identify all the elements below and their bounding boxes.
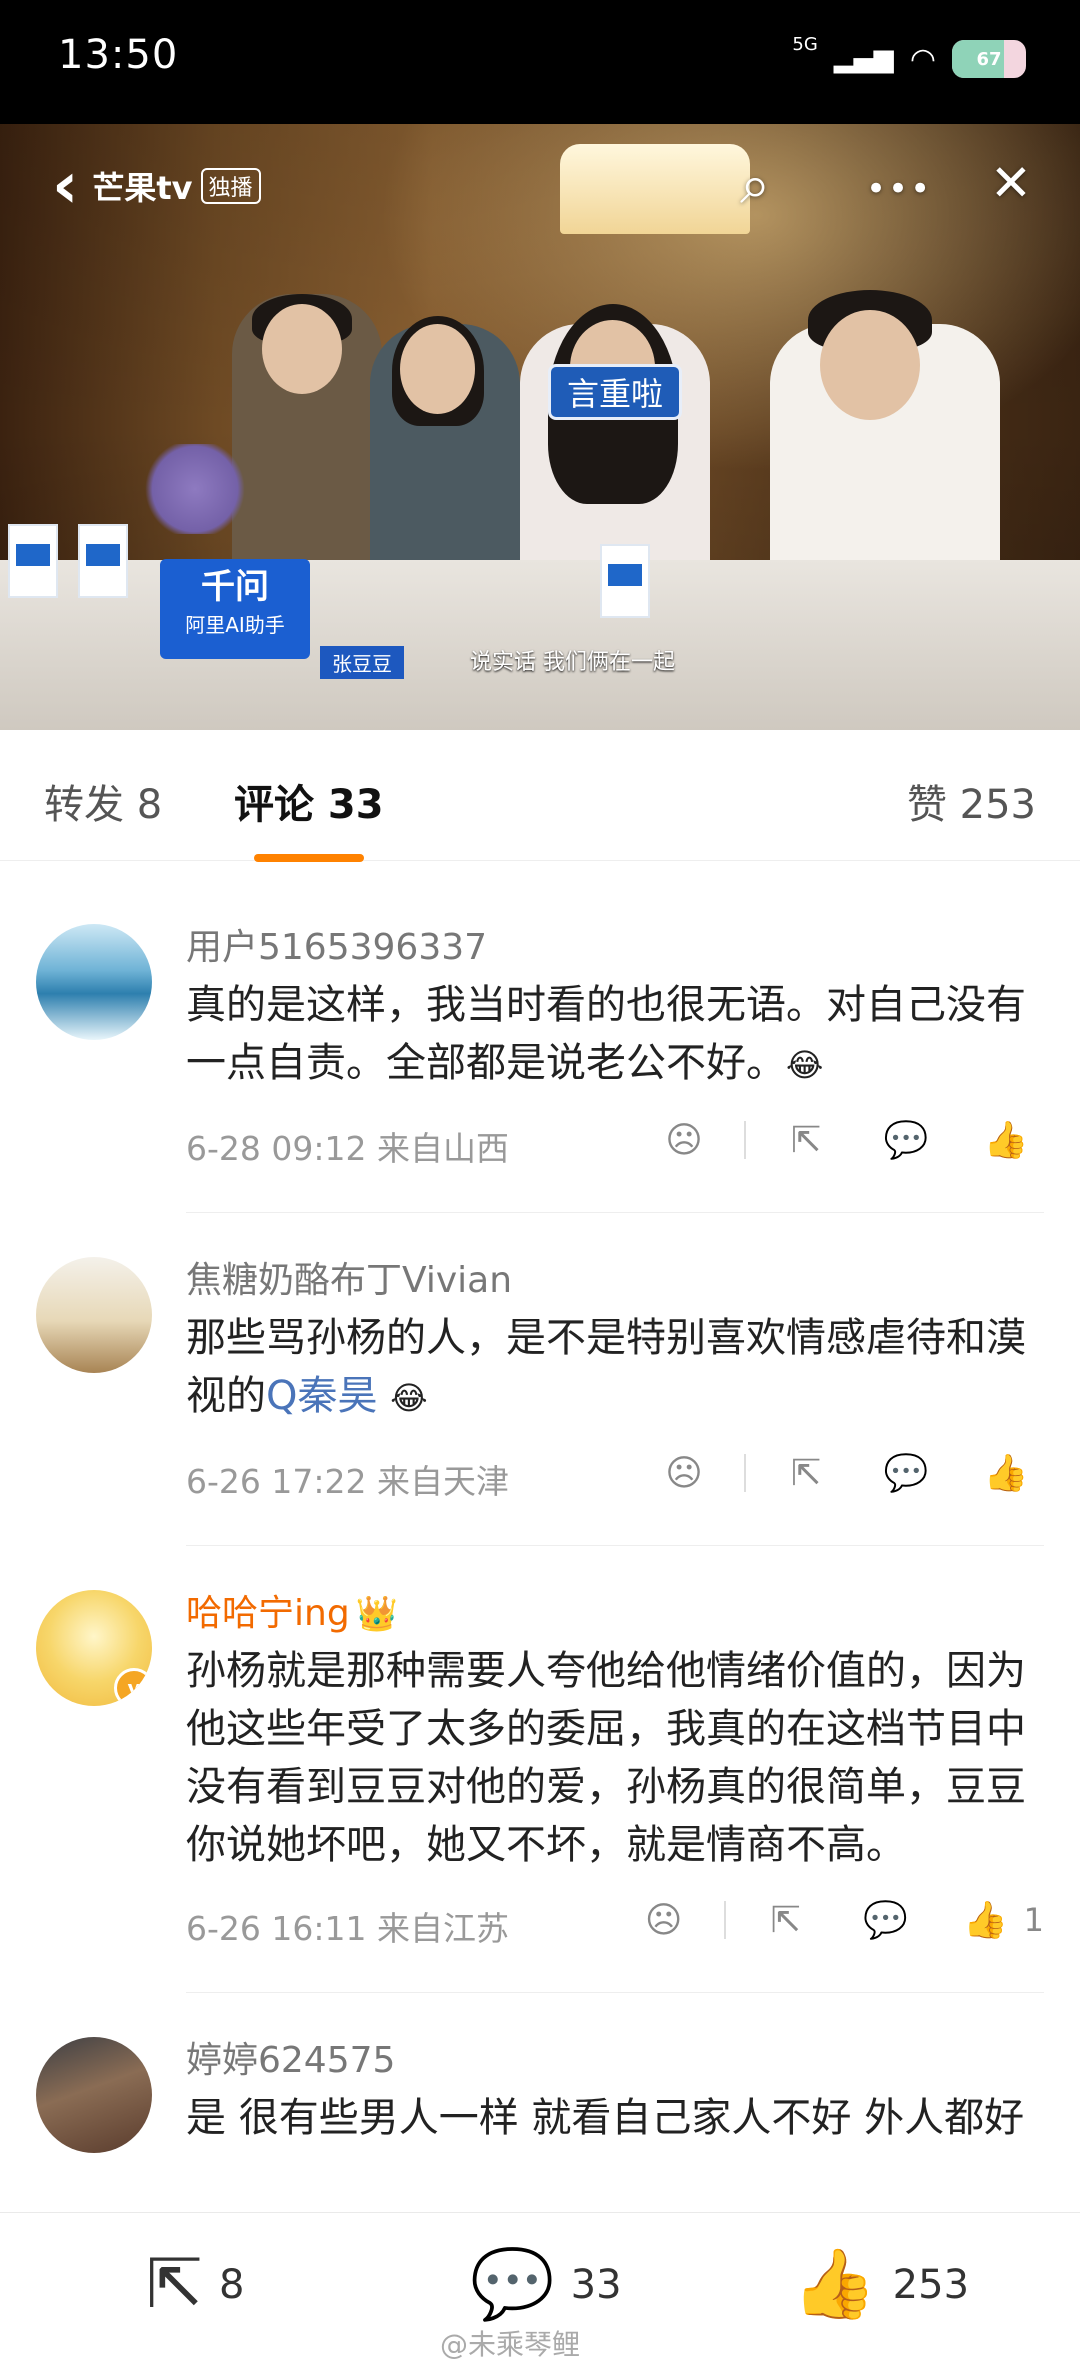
forward-button[interactable]: ⇱ 8 — [146, 2251, 244, 2319]
search-link[interactable]: Q秦昊 — [266, 1373, 377, 1419]
laugh-emoji-icon: 😂 — [390, 1379, 428, 1417]
share-icon[interactable]: ⇱ — [756, 1120, 856, 1161]
verified-badge-icon: v — [114, 1668, 152, 1706]
divider — [744, 1454, 746, 1492]
avatar[interactable] — [36, 924, 152, 1040]
mango-tv-logo: ‹ 芒果tv 独播 — [52, 154, 261, 218]
thumbs-up-icon: 👍 — [792, 2245, 877, 2324]
comment-item: 用户5165396337 真的是这样，我当时看的也很无语。对自己没有一点自责。全… — [0, 880, 1080, 1213]
signal-icon: ▂▄▆ — [833, 44, 894, 74]
comment-text: 那些骂孙杨的人，是不是特别喜欢情感虐待和漠视的Q秦昊 😂 — [186, 1315, 1026, 1419]
comment-meta: 6-26 17:22 来自天津 ☹ ⇱ 💬 👍 — [186, 1427, 1044, 1546]
comment-item: 焦糖奶酪布丁Vivian 那些骂孙杨的人，是不是特别喜欢情感虐待和漠视的Q秦昊 … — [0, 1213, 1080, 1546]
comment-username[interactable]: 婷婷624575 — [186, 2037, 1044, 2085]
comment-username[interactable]: 焦糖奶酪布丁Vivian — [186, 1257, 1044, 1305]
comment-text: 是 很有些男人一样 就看自己家人不好 外人都好 — [186, 2095, 1025, 2141]
more-icon[interactable]: ••• — [866, 172, 932, 206]
comment-time: 6-26 17:22 来自天津 — [186, 1462, 509, 1501]
network-label: 5G — [792, 34, 818, 55]
cup — [78, 524, 128, 598]
like-button[interactable]: 👍 253 — [792, 2251, 969, 2319]
lamp — [560, 144, 750, 234]
reply-icon[interactable]: 💬 — [856, 1119, 956, 1161]
dislike-icon[interactable]: ☹ — [614, 1900, 714, 1941]
video-player[interactable]: 千问 阿里AI助手 言重啦 ‹ 芒果tv 独播 张豆豆 说实话 我们俩在一起 ⌕ … — [0, 124, 1080, 730]
like-count: 1 — [1023, 1901, 1044, 1939]
share-icon[interactable]: ⇱ — [756, 1453, 856, 1494]
comment-text: 真的是这样，我当时看的也很无语。对自己没有一点自责。全部都是说老公不好。😂 — [186, 982, 1026, 1086]
comment-actions: ☹ ⇱ 💬 👍 — [634, 1445, 1044, 1501]
avatar[interactable] — [36, 1257, 152, 1373]
crown-icon: 👑 — [355, 1594, 399, 1634]
status-icons: 5G ▂▄▆ ◠ 67 — [792, 34, 1026, 84]
battery-icon: 67 — [952, 40, 1026, 78]
laugh-emoji-icon: 😂 — [786, 1046, 824, 1084]
comment-item: v 哈哈宁ing 👑 孙杨就是那种需要人夸他给他情绪价值的，因为他这些年受了太多的… — [0, 1546, 1080, 1993]
comment-button[interactable]: 💬 33 — [470, 2251, 622, 2319]
watermark: @未乘琴鲤 — [440, 2328, 581, 2361]
dislike-icon[interactable]: ☹ — [634, 1453, 734, 1494]
like-icon[interactable]: 👍 — [936, 1899, 1036, 1941]
comment-meta: 6-28 09:12 来自山西 ☹ ⇱ 💬 👍 — [186, 1094, 1044, 1213]
comment-list: 用户5165396337 真的是这样，我当时看的也很无语。对自己没有一点自责。全… — [0, 880, 1080, 2153]
cup — [8, 524, 58, 598]
avatar[interactable] — [36, 2037, 152, 2153]
name-tag: 张豆豆 — [320, 646, 404, 679]
tab-comments[interactable]: 评论 33 — [234, 772, 384, 862]
avatar[interactable]: v — [36, 1590, 152, 1706]
comment-time: 6-26 16:11 来自江苏 — [186, 1909, 509, 1948]
bottom-action-bar: ⇱ 8 💬 33 👍 253 @未乘琴鲤 — [0, 2212, 1080, 2377]
dislike-icon[interactable]: ☹ — [634, 1120, 734, 1161]
comment-count: 33 — [570, 2262, 622, 2308]
divider — [744, 1121, 746, 1159]
lavender-flowers — [140, 444, 250, 534]
comment-item: 婷婷624575 是 很有些男人一样 就看自己家人不好 外人都好 — [0, 1993, 1080, 2153]
divider — [723, 1901, 726, 1939]
comment-username[interactable]: 哈哈宁ing 👑 — [186, 1590, 1044, 1638]
reply-icon[interactable]: 💬 — [856, 1452, 956, 1494]
wifi-icon: ◠ — [909, 41, 936, 77]
share-icon[interactable]: ⇱ — [736, 1900, 836, 1941]
comment-actions: ☹ ⇱ 💬 👍 1 — [614, 1892, 1044, 1948]
comment-actions: ☹ ⇱ 💬 👍 — [634, 1112, 1044, 1168]
status-time: 13:50 — [58, 32, 179, 78]
comment-text: 孙杨就是那种需要人夸他给他情绪价值的，因为他这些年受了太多的委屈，我真的在这档节… — [186, 1648, 1026, 1868]
forward-count: 8 — [218, 2262, 245, 2308]
detail-tabs: 转发 8 评论 33 赞 253 — [0, 730, 1080, 862]
reply-icon[interactable]: 💬 — [836, 1899, 936, 1941]
video-subtitle: 说实话 我们俩在一起 — [470, 650, 675, 675]
cup — [600, 544, 650, 618]
person-2-head — [400, 324, 475, 414]
share-icon: ⇱ — [146, 2245, 203, 2324]
comment-username[interactable]: 用户5165396337 — [186, 924, 1044, 972]
like-icon[interactable]: 👍 — [956, 1119, 1056, 1161]
like-count: 253 — [892, 2262, 970, 2308]
tab-forward[interactable]: 转发 8 — [44, 772, 162, 830]
search-icon[interactable]: ⌕ — [740, 158, 770, 212]
like-icon[interactable]: 👍 — [956, 1452, 1056, 1494]
tab-likes[interactable]: 赞 253 — [907, 772, 1036, 830]
back-icon[interactable]: ‹ — [52, 154, 78, 218]
comment-meta: 6-26 16:11 来自江苏 ☹ ⇱ 💬 👍 1 — [186, 1874, 1044, 1993]
comment-time: 6-28 09:12 来自山西 — [186, 1129, 509, 1168]
comment-icon: 💬 — [470, 2245, 555, 2324]
person-4-head — [820, 310, 920, 420]
person-1-head — [262, 304, 342, 394]
close-icon[interactable]: ✕ — [990, 158, 1032, 208]
video-overlay-tag: 言重啦 — [548, 364, 683, 420]
sponsor-sign: 千问 阿里AI助手 — [160, 559, 310, 659]
status-bar: 13:50 5G ▂▄▆ ◠ 67 — [0, 0, 1080, 124]
